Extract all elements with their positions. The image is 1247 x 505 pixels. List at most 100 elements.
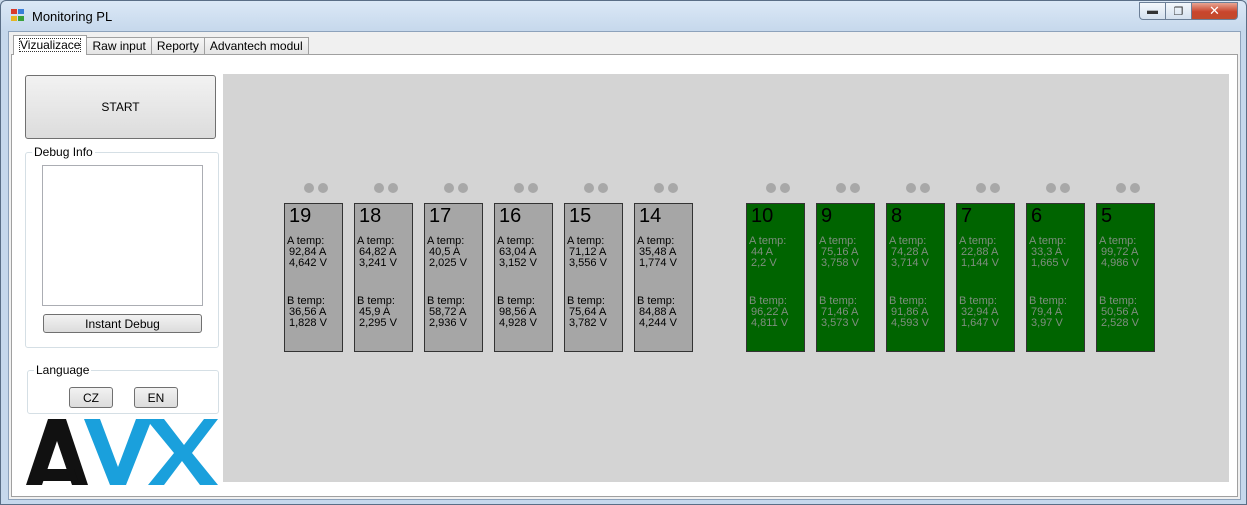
- a-voltage-value: 2,025 V: [429, 257, 467, 269]
- status-dot: [528, 183, 538, 193]
- status-dot: [1116, 183, 1126, 193]
- b-voltage-value: 2,528 V: [1101, 317, 1139, 329]
- status-indicator-pair: [1116, 183, 1142, 193]
- b-voltage-value: 3,782 V: [569, 317, 607, 329]
- station-number: 6: [1031, 205, 1043, 227]
- status-dot: [304, 183, 314, 193]
- visualization-panel: 19 A temp: 92,84 A 4,642 VB temp: 36,56 A 1,8…: [223, 74, 1229, 482]
- instant-debug-button[interactable]: Instant Debug: [43, 314, 202, 333]
- station-number: 19: [289, 205, 312, 227]
- status-dot: [780, 183, 790, 193]
- language-label: Language: [34, 363, 92, 377]
- station-card-5: 5A temp: 99,72 A 4,986 VB temp: 50,56 A 2,52…: [1096, 203, 1155, 352]
- station-card-14: 14 A temp: 35,48 A 1,774 VB temp: 84,88 A 4,2…: [634, 203, 693, 352]
- station-number: 16: [499, 205, 522, 227]
- station-number: 17: [429, 205, 452, 227]
- station-number: 9: [821, 205, 833, 227]
- station-number: 10: [751, 205, 774, 227]
- tab-vizualizace[interactable]: Vizualizace: [13, 35, 88, 55]
- status-indicator-pair: [304, 183, 330, 193]
- status-indicator-pair: [584, 183, 610, 193]
- tab-page-vizualizace: START Debug Info Instant Debug Language …: [11, 54, 1238, 497]
- status-dot: [850, 183, 860, 193]
- station-card-15: 15 A temp: 71,12 A 3,556 VB temp: 75,64 A 3,7…: [564, 203, 623, 352]
- avx-logo-graphic: [26, 419, 218, 485]
- status-dot: [584, 183, 594, 193]
- debug-info-group: Debug Info Instant Debug: [25, 145, 219, 348]
- language-group: Language CZ EN: [27, 363, 219, 414]
- status-dot: [668, 183, 678, 193]
- status-dot: [458, 183, 468, 193]
- status-indicator-pair: [836, 183, 862, 193]
- station-number: 5: [1101, 205, 1113, 227]
- a-voltage-value: 3,152 V: [499, 257, 537, 269]
- b-voltage-value: 2,936 V: [429, 317, 467, 329]
- restore-icon: ❐: [1173, 5, 1184, 18]
- status-dot: [906, 183, 916, 193]
- a-voltage-value: 3,758 V: [821, 257, 859, 269]
- status-dot: [836, 183, 846, 193]
- b-voltage-value: 2,295 V: [359, 317, 397, 329]
- status-indicator-pair: [976, 183, 1002, 193]
- a-voltage-value: 1,774 V: [639, 257, 677, 269]
- a-voltage-value: 1,144 V: [961, 257, 999, 269]
- status-dot: [514, 183, 524, 193]
- status-dot: [976, 183, 986, 193]
- b-voltage-value: 3,573 V: [821, 317, 859, 329]
- title-bar[interactable]: Monitoring PL ▬ ❐ ✕: [1, 1, 1246, 31]
- status-dot: [598, 183, 608, 193]
- status-dot: [388, 183, 398, 193]
- minimize-icon: ▬: [1147, 5, 1158, 17]
- a-voltage-value: 4,986 V: [1101, 257, 1139, 269]
- station-number: 7: [961, 205, 973, 227]
- status-indicator-pair: [766, 183, 792, 193]
- client-area: Vizualizace Raw input Reporty Advantech …: [8, 31, 1241, 500]
- b-voltage-value: 4,593 V: [891, 317, 929, 329]
- tab-advantech-modul[interactable]: Advantech modul: [203, 37, 309, 55]
- a-voltage-value: 3,241 V: [359, 257, 397, 269]
- station-card-10: 10 A temp: 44 A 2,2 VB temp: 96,22 A 4,811 V: [746, 203, 805, 352]
- debug-output-box[interactable]: [42, 165, 203, 306]
- status-indicator-pair: [906, 183, 932, 193]
- avx-logo: [26, 419, 218, 485]
- status-indicator-pair: [444, 183, 470, 193]
- window-title: Monitoring PL: [32, 9, 113, 24]
- minimize-button[interactable]: ▬: [1139, 2, 1166, 20]
- b-voltage-value: 3,97 V: [1031, 317, 1063, 329]
- a-voltage-value: 2,2 V: [751, 257, 777, 269]
- tab-raw-input[interactable]: Raw input: [86, 37, 152, 55]
- tab-reporty[interactable]: Reporty: [150, 37, 205, 55]
- status-dot: [990, 183, 1000, 193]
- status-indicator-pair: [514, 183, 540, 193]
- status-dot: [1130, 183, 1140, 193]
- status-indicator-pair: [1046, 183, 1072, 193]
- station-card-9: 9A temp: 75,16 A 3,758 VB temp: 71,46 A 3,57…: [816, 203, 875, 352]
- status-dot: [444, 183, 454, 193]
- station-card-16: 16 A temp: 63,04 A 3,152 VB temp: 98,56 A 4,9…: [494, 203, 553, 352]
- close-button[interactable]: ✕: [1192, 2, 1238, 20]
- station-number: 14: [639, 205, 662, 227]
- station-card-7: 7A temp: 22,88 A 1,144 VB temp: 32,94 A 1,64…: [956, 203, 1015, 352]
- tab-strip: Vizualizace Raw input Reporty Advantech …: [13, 35, 309, 55]
- tab-label: Vizualizace: [19, 38, 82, 52]
- b-voltage-value: 4,244 V: [639, 317, 677, 329]
- b-voltage-value: 4,811 V: [751, 317, 789, 329]
- start-button[interactable]: START: [25, 75, 216, 139]
- station-card-18: 18 A temp: 64,82 A 3,241 VB temp: 45,9 A 2,29…: [354, 203, 413, 352]
- b-voltage-value: 4,928 V: [499, 317, 537, 329]
- status-dot: [920, 183, 930, 193]
- app-icon: [11, 9, 25, 22]
- status-dot: [654, 183, 664, 193]
- app-window: Monitoring PL ▬ ❐ ✕ Vizualizace Raw inpu…: [0, 0, 1247, 505]
- station-number: 15: [569, 205, 592, 227]
- station-card-6: 6A temp: 33,3 A 1,665 VB temp: 79,4 A 3,97 V: [1026, 203, 1085, 352]
- station-card-17: 17 A temp: 40,5 A 2,025 VB temp: 58,72 A 2,93…: [424, 203, 483, 352]
- lang-en-button[interactable]: EN: [134, 387, 178, 408]
- lang-cz-button[interactable]: CZ: [69, 387, 113, 408]
- b-voltage-value: 1,647 V: [961, 317, 999, 329]
- debug-info-label: Debug Info: [32, 145, 95, 159]
- status-dot: [318, 183, 328, 193]
- station-number: 18: [359, 205, 382, 227]
- maximize-button[interactable]: ❐: [1166, 2, 1192, 20]
- a-voltage-value: 3,714 V: [891, 257, 929, 269]
